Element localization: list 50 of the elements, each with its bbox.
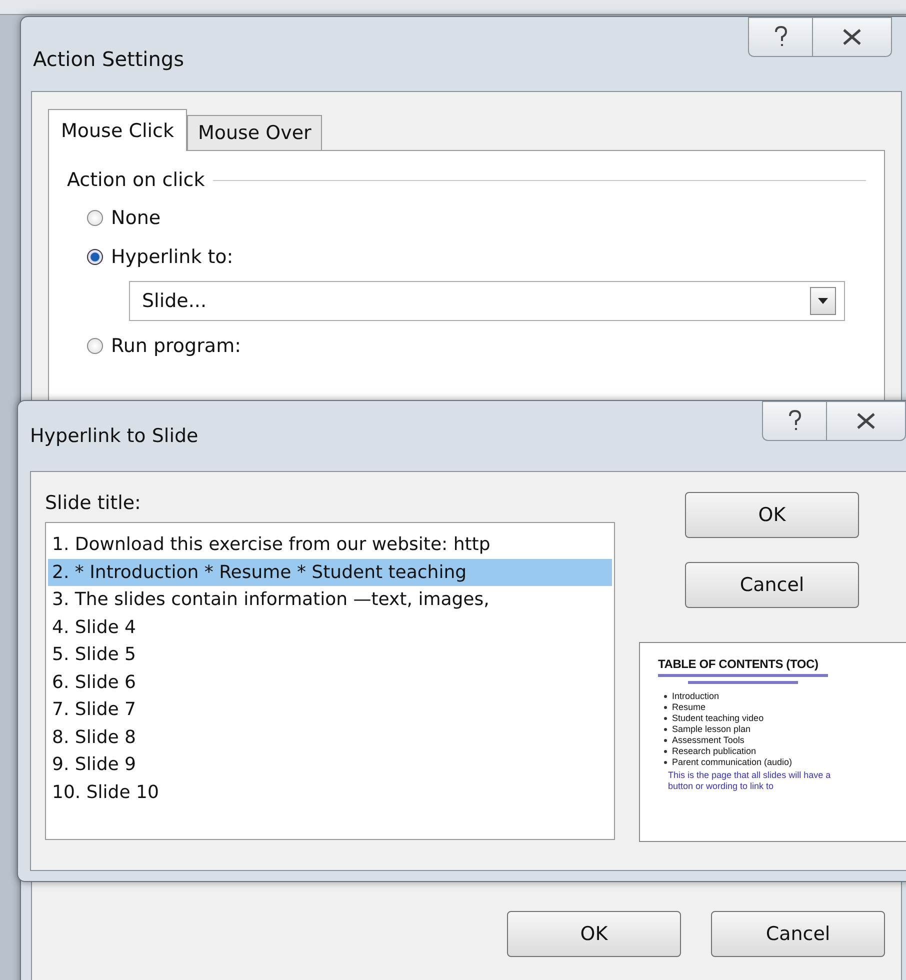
bullet-icon <box>664 761 667 764</box>
dialog-button[interactable]: OK <box>507 911 681 957</box>
tab[interactable]: Mouse Click <box>48 109 187 151</box>
slide-bullet: Parent communication (audio) <box>672 757 792 768</box>
list-item[interactable]: 8. Slide 8 <box>48 724 612 751</box>
close-icon <box>855 411 877 431</box>
help-button[interactable] <box>762 401 826 441</box>
slide-bullet: Student teaching video <box>672 713 764 724</box>
dropdown[interactable]: Slide... <box>129 281 845 321</box>
help-button[interactable] <box>748 17 812 57</box>
close-button[interactable] <box>812 17 892 57</box>
slide-bullet: Research publication <box>672 746 756 757</box>
bullet-icon <box>664 695 667 698</box>
list-item[interactable]: 2. * Introduction * Resume * Student teaching <box>48 558 612 586</box>
radio-label: Run program: <box>111 335 241 357</box>
slide-title: TABLE OF CONTENTS (TOC) <box>658 657 820 671</box>
list-item[interactable]: 10. Slide 10 <box>48 778 612 806</box>
list-item[interactable]: 3. The slides contain information —text, images, <box>48 586 612 614</box>
dialog-button[interactable]: Cancel <box>685 562 859 608</box>
group-label: Action on click <box>67 169 205 191</box>
slide-bullet: Introduction <box>672 691 720 702</box>
list-item[interactable]: 9. Slide 9 <box>48 751 612 778</box>
tab[interactable]: Mouse Over <box>186 115 322 150</box>
bullet-icon <box>664 750 667 753</box>
dialog-button[interactable]: OK <box>685 492 859 538</box>
radio-label: None <box>111 207 161 229</box>
caret-icon <box>810 287 836 315</box>
radio-button[interactable] <box>87 210 103 226</box>
radio-button[interactable] <box>87 338 103 354</box>
slide-bullet: Sample lesson plan <box>672 724 751 735</box>
close-button[interactable] <box>826 401 906 441</box>
slide-note: This is the page that all slides will have a button or wording to link to <box>667 770 832 792</box>
list-item[interactable]: 6. Slide 6 <box>48 668 612 696</box>
radio-button[interactable] <box>87 249 103 265</box>
window-title: Hyperlink to Slide <box>30 425 198 447</box>
dialog-button[interactable]: Cancel <box>711 911 885 957</box>
close-icon <box>841 27 863 47</box>
list-item[interactable]: 7. Slide 7 <box>48 696 612 724</box>
bullet-icon <box>664 728 667 731</box>
list-label: Slide title: <box>45 492 142 514</box>
list-item[interactable]: 5. Slide 5 <box>48 641 612 668</box>
bullet-icon <box>664 717 667 720</box>
list-item[interactable]: 4. Slide 4 <box>48 614 612 641</box>
radio-label: Hyperlink to: <box>111 246 234 268</box>
window-title: Action Settings <box>33 47 184 71</box>
bullet-icon <box>664 739 667 742</box>
bullet-icon <box>664 706 667 709</box>
list-item[interactable]: 1. Download this exercise from our website: http <box>48 531 612 558</box>
slide-bullet: Assessment Tools <box>672 735 744 746</box>
slide-bullet: Resume <box>672 702 706 713</box>
